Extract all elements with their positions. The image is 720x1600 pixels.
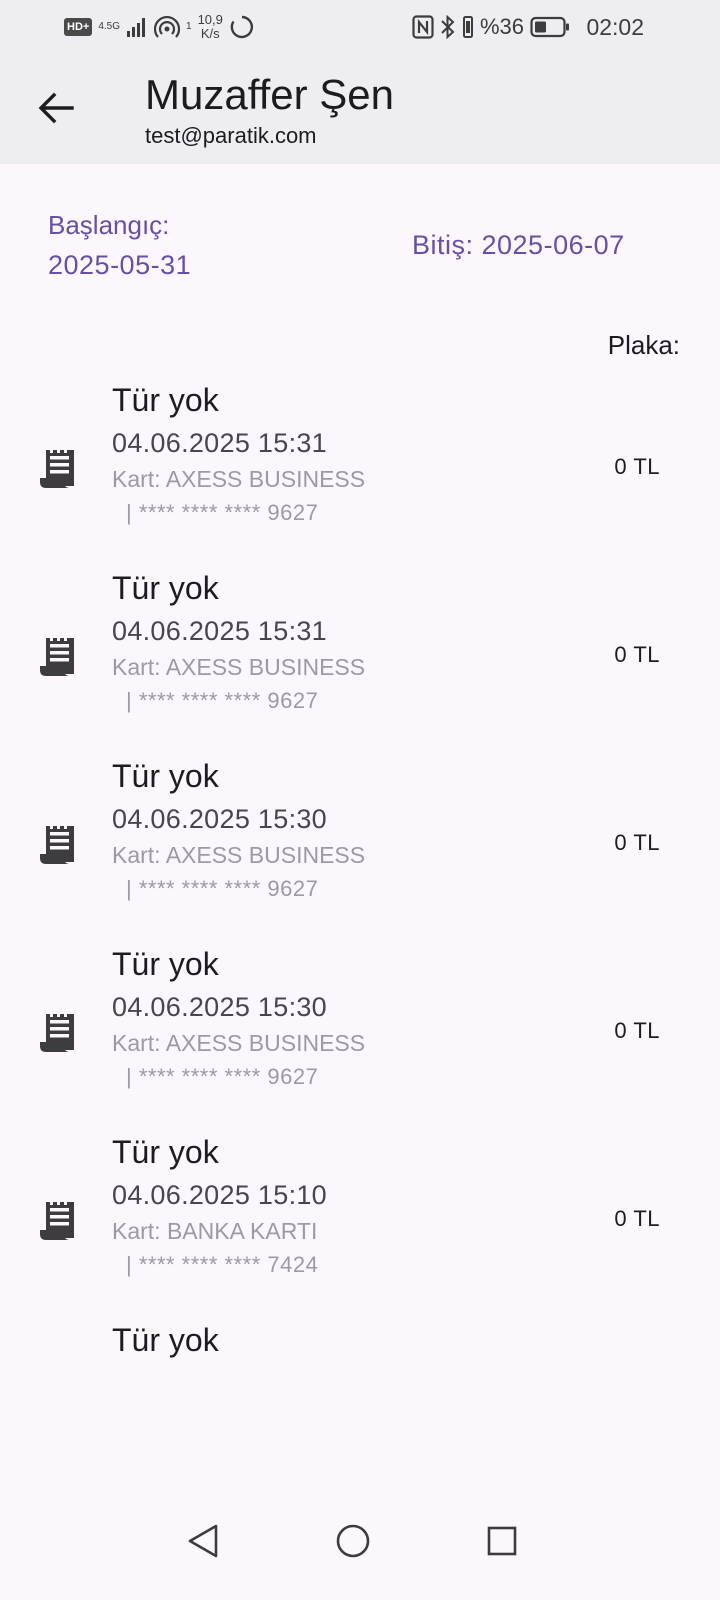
transaction-card: Kart: BANKA KARTI [112, 1218, 318, 1244]
transaction-list-inner: Tür yok 04.06.2025 15:31 Kart: AXESS BUS… [0, 362, 720, 1486]
sync-circle-icon [230, 15, 253, 39]
end-date-picker[interactable]: Bitiş: 2025-06-07 [412, 228, 625, 262]
receipt-icon [40, 450, 74, 488]
transaction-item[interactable]: Tür yok [0, 1302, 720, 1486]
arrow-left-icon [38, 92, 74, 124]
transaction-amount: 0 TL [614, 454, 660, 479]
transaction-amount: 0 TL [614, 1206, 660, 1231]
transaction-item[interactable]: Tür yok 04.06.2025 15:31 Kart: AXESS BUS… [0, 362, 720, 550]
triangle-back-icon [188, 1524, 218, 1558]
app-bar: Muzaffer Şen test@paratik.com [0, 54, 720, 164]
transaction-item[interactable]: Tür yok 04.06.2025 15:30 Kart: AXESS BUS… [0, 738, 720, 926]
network-speed: 10,9 K/s [198, 13, 223, 41]
back-button[interactable] [30, 82, 82, 134]
transaction-card-number: | **** **** **** 9627 [126, 688, 319, 713]
battery-icon [530, 16, 569, 38]
transaction-datetime: 04.06.2025 15:31 [112, 428, 327, 458]
transaction-datetime: 04.06.2025 15:30 [112, 804, 327, 834]
nav-back-button[interactable] [178, 1516, 228, 1566]
start-date-picker[interactable]: 2025-05-31 [48, 248, 191, 282]
nav-recents-button[interactable] [477, 1516, 527, 1566]
circle-home-icon [336, 1524, 370, 1558]
bluetooth-icon [441, 15, 455, 39]
transaction-type: Tür yok [112, 758, 219, 794]
transaction-type: Tür yok [112, 1134, 219, 1170]
plate-filter-label[interactable]: Plaka: [608, 328, 680, 362]
status-bar: HD+ 4.5G 1 10,9 K/s %36 02:02 [0, 0, 720, 54]
clock: 02:02 [586, 14, 644, 40]
transaction-card-number: | **** **** **** 9627 [126, 500, 319, 525]
transaction-type: Tür yok [112, 946, 219, 982]
user-email: test@paratik.com [145, 123, 317, 148]
status-left: HD+ 4.5G 1 10,9 K/s [64, 10, 255, 44]
transaction-amount: 0 TL [614, 830, 660, 855]
transaction-type: Tür yok [112, 1322, 219, 1358]
start-date-label: Başlangıç: [48, 210, 170, 240]
speed-value: 10,9 [197, 12, 223, 27]
nav-home-button[interactable] [328, 1516, 378, 1566]
transaction-item[interactable]: Tür yok 04.06.2025 15:30 Kart: AXESS BUS… [0, 926, 720, 1114]
transaction-card: Kart: AXESS BUSINESS [112, 654, 366, 680]
hotspot-count: 1 [186, 21, 192, 32]
receipt-icon [40, 1202, 74, 1240]
transaction-card-number: | **** **** **** 9627 [126, 1064, 319, 1089]
transaction-type: Tür yok [112, 382, 219, 418]
signal-icon [127, 18, 145, 37]
transaction-item[interactable]: Tür yok 04.06.2025 15:31 Kart: AXESS BUS… [0, 550, 720, 738]
nfc-icon [412, 15, 434, 39]
transaction-type: Tür yok [112, 570, 219, 606]
receipt-icon [40, 1014, 74, 1052]
transaction-card: Kart: AXESS BUSINESS [112, 466, 366, 492]
vibrate-icon [462, 16, 473, 38]
transaction-datetime: 04.06.2025 15:10 [112, 1180, 327, 1210]
transaction-amount: 0 TL [614, 642, 660, 667]
hd-badge: HD+ [64, 18, 93, 36]
square-recents-icon [487, 1526, 517, 1556]
transaction-card: Kart: AXESS BUSINESS [112, 842, 366, 868]
page-title: Muzaffer Şen [145, 71, 395, 118]
transaction-card: Kart: AXESS BUSINESS [112, 1030, 366, 1056]
transaction-list[interactable]: Tür yok 04.06.2025 15:31 Kart: AXESS BUS… [0, 362, 720, 1486]
receipt-icon [40, 638, 74, 676]
receipt-icon [40, 826, 74, 864]
transaction-card-number: | **** **** **** 9627 [126, 876, 319, 901]
status-right: %36 [412, 10, 570, 44]
transaction-item[interactable]: Tür yok 04.06.2025 15:10 Kart: BANKA KAR… [0, 1114, 720, 1302]
transaction-card-number: | **** **** **** 7424 [126, 1252, 319, 1277]
speed-unit: K/s [200, 26, 220, 41]
transaction-datetime: 04.06.2025 15:30 [112, 992, 327, 1022]
network-type: 4.5G [98, 21, 120, 32]
hotspot-icon [154, 16, 180, 38]
battery-percent: %36 [479, 14, 524, 39]
transaction-datetime: 04.06.2025 15:31 [112, 616, 327, 646]
transaction-amount: 0 TL [614, 1018, 660, 1043]
system-nav-bar [0, 1486, 720, 1600]
